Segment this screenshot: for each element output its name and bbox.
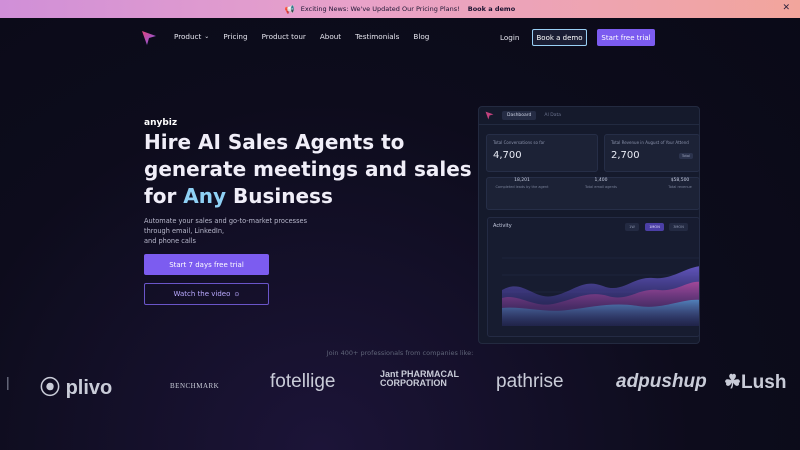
- fotellige-logo: fotellige: [270, 371, 336, 392]
- announcement-text: Exciting News: We've Updated Our Pricing…: [300, 5, 460, 13]
- announcement-banner: 📢 Exciting News: We've Updated Our Prici…: [0, 0, 800, 18]
- login-link[interactable]: Login: [500, 33, 519, 42]
- stat-revenue: $58,500 Total revenue: [668, 178, 692, 189]
- dashboard-topbar: Dashboard AI Data: [479, 107, 699, 125]
- revenue-card: Total Revenue in August of Your Attend 2…: [604, 134, 700, 172]
- headline-accent: Any: [183, 184, 227, 208]
- book-demo-button[interactable]: Book a demo: [532, 29, 587, 46]
- hero-headline: Hire AI Sales Agents to generate meeting…: [144, 130, 472, 208]
- close-icon[interactable]: ✕: [782, 3, 790, 13]
- play-icon: ⊙: [234, 290, 240, 298]
- activity-area-chart: [502, 257, 699, 326]
- start-free-trial-button[interactable]: Start free trial: [597, 29, 655, 46]
- dashboard-logo-icon: [485, 111, 494, 120]
- activity-panel: Activity 1W 1MON 3MON: [487, 217, 700, 337]
- start-trial-hero-button[interactable]: Start 7 days free trial: [144, 254, 269, 275]
- hero-subtext: Automate your sales and go-to-market pro…: [144, 217, 307, 245]
- nav-links: Product ⌄ Pricing Product tour About Tes…: [174, 32, 429, 41]
- nav-item-product[interactable]: Product ⌄: [174, 32, 209, 41]
- plivo-logo: ⦿ plivo: [40, 377, 113, 399]
- lush-logo: ☘Lush: [724, 372, 787, 393]
- plivo-icon: ⦿: [40, 377, 60, 399]
- adpushup-logo: adpushup: [616, 371, 707, 392]
- conversations-card: Total Conversations so far 4,700: [486, 134, 598, 172]
- pathrise-logo: pathrise: [496, 371, 564, 392]
- watch-video-button[interactable]: Watch the video ⊙: [144, 283, 269, 305]
- dashboard-tab: Dashboard: [502, 111, 537, 120]
- jant-logo: Jant PHARMACAL CORPORATION: [380, 369, 459, 388]
- chevron-down-icon: ⌄: [204, 33, 210, 40]
- nav-item-blog[interactable]: Blog: [413, 32, 429, 41]
- company-logos-row: | ⦿ plivo BENCHMARK fotellige Jant PHARM…: [0, 368, 800, 400]
- nav-item-product-tour[interactable]: Product tour: [262, 32, 306, 41]
- nav-item-pricing[interactable]: Pricing: [223, 32, 247, 41]
- megaphone-icon: 📢: [284, 4, 295, 14]
- top-navigation: Product ⌄ Pricing Product tour About Tes…: [0, 26, 800, 50]
- nav-item-about[interactable]: About: [320, 32, 341, 41]
- stat-emails: 1,400 Total email agents: [585, 178, 617, 189]
- banner-book-demo-link[interactable]: Book a demo: [468, 5, 515, 13]
- anybiz-logo[interactable]: [141, 30, 157, 46]
- ai-data-tab: AI Data: [544, 113, 562, 118]
- lush-icon: ☘: [724, 372, 742, 393]
- brand-wordmark: anybiz: [144, 118, 178, 128]
- stat-leads: 18,201 Completed leads by the agent: [495, 178, 549, 189]
- companies-caption: Join 400+ professionals from companies l…: [326, 349, 474, 357]
- partial-logo: |: [6, 374, 10, 390]
- nav-item-testimonials[interactable]: Testimonials: [355, 32, 399, 41]
- benchmark-logo: BENCHMARK: [170, 382, 220, 390]
